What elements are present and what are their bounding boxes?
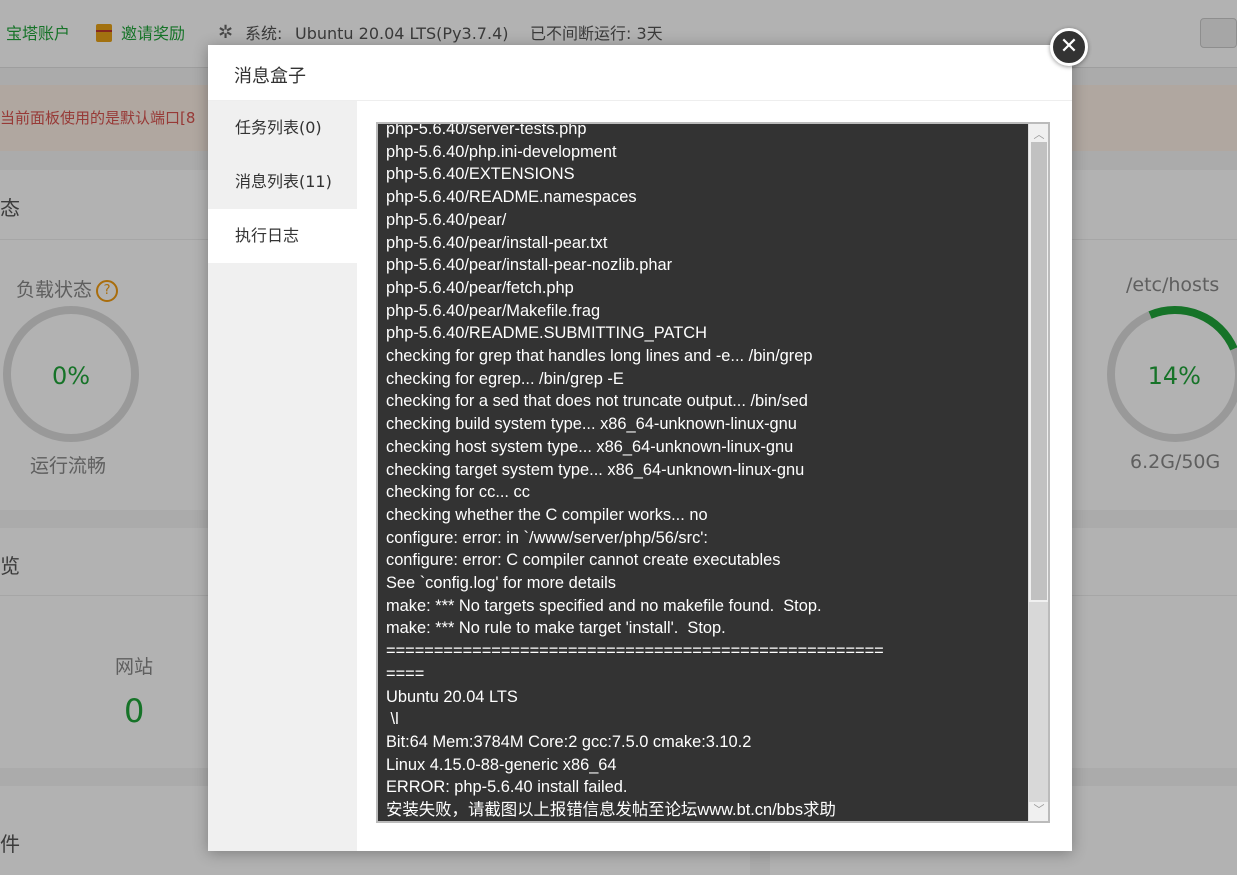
scroll-down-icon[interactable]: ﹀: [1029, 801, 1048, 819]
log-line: php-5.6.40/README.namespaces: [386, 188, 637, 207]
log-line: make: *** No rule to make target 'instal…: [386, 619, 726, 638]
log-line: checking for a sed that does not truncat…: [386, 392, 808, 411]
tab-message-list[interactable]: 消息列表(11): [208, 155, 357, 209]
close-icon[interactable]: ✕: [1050, 28, 1088, 66]
log-line: php-5.6.40/EXTENSIONS: [386, 165, 575, 184]
tab-task-list[interactable]: 任务列表(0): [208, 101, 357, 155]
log-line: Ubuntu 20.04 LTS: [386, 687, 518, 706]
log-scrollbar[interactable]: ︿ ﹀: [1028, 124, 1048, 821]
log-line: configure: error: C compiler cannot crea…: [386, 551, 781, 570]
tab-execution-log[interactable]: 执行日志: [208, 209, 357, 263]
log-line: php-5.6.40/php.ini-development: [386, 142, 617, 161]
log-line: ====: [386, 664, 425, 683]
scroll-thumb[interactable]: [1031, 142, 1047, 600]
message-box-modal: 消息盒子 任务列表(0) 消息列表(11) 执行日志 php-5.6.40/se…: [208, 45, 1072, 851]
log-line: php-5.6.40/pear/Makefile.frag: [386, 301, 601, 320]
log-line: See `config.log' for more details: [386, 574, 616, 593]
log-line: checking for grep that handles long line…: [386, 347, 813, 366]
log-line: php-5.6.40/pear/install-pear-nozlib.phar: [386, 256, 673, 275]
log-line: php-5.6.40/README.SUBMITTING_PATCH: [386, 324, 707, 343]
log-lines: php-5.6.40/server-tests.php php-5.6.40/ph…: [386, 122, 1026, 821]
log-line: checking whether the C compiler works...…: [386, 505, 708, 524]
log-line: checking for egrep... /bin/grep -E: [386, 369, 624, 388]
execution-log-console[interactable]: php-5.6.40/server-tests.php php-5.6.40/ph…: [376, 122, 1050, 823]
log-line: checking for cc... cc: [386, 483, 530, 502]
log-line: ERROR: php-5.6.40 install failed.: [386, 778, 628, 797]
log-line: php-5.6.40/pear/fetch.php: [386, 278, 574, 297]
log-line: configure: error: in `/www/server/php/56…: [386, 528, 708, 547]
log-line: 安装失败，请截图以上报错信息发帖至论坛www.bt.cn/bbs求助: [386, 801, 836, 820]
modal-header: 消息盒子: [208, 45, 1072, 101]
scroll-track[interactable]: [1029, 602, 1048, 802]
log-line: php-5.6.40/server-tests.php: [386, 122, 587, 138]
log-line: Bit:64 Mem:3784M Core:2 gcc:7.5.0 cmake:…: [386, 732, 752, 751]
log-line: make: *** No targets specified and no ma…: [386, 596, 822, 615]
log-line: checking host system type... x86_64-unkn…: [386, 437, 794, 456]
log-line: checking build system type... x86_64-unk…: [386, 415, 797, 434]
log-line: ========================================…: [386, 642, 884, 661]
log-line: checking target system type... x86_64-un…: [386, 460, 805, 479]
modal-sidebar: 任务列表(0) 消息列表(11) 执行日志: [208, 101, 357, 851]
modal-title: 消息盒子: [234, 66, 306, 87]
log-line: \l: [386, 710, 399, 729]
log-line: Linux 4.15.0-88-generic x86_64: [386, 755, 617, 774]
log-line: php-5.6.40/pear/: [386, 210, 507, 229]
log-line: php-5.6.40/pear/install-pear.txt: [386, 233, 608, 252]
